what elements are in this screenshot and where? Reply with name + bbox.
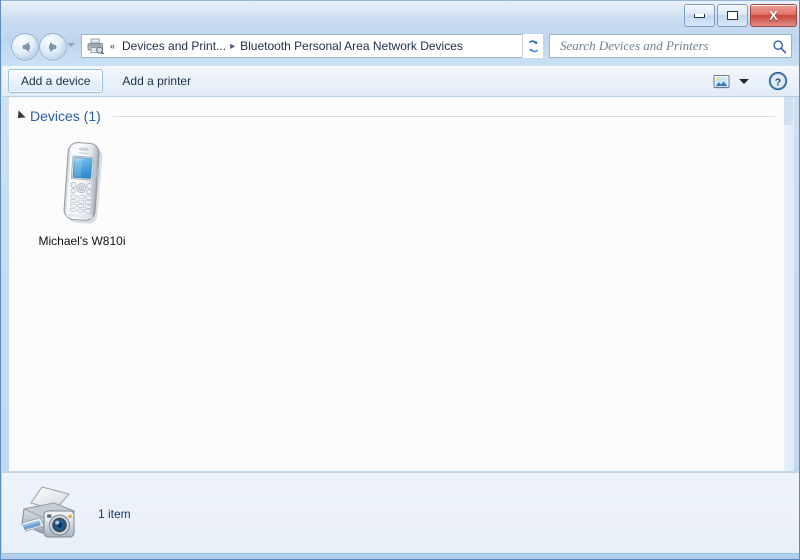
devices-and-printers-icon-svg xyxy=(21,485,76,537)
search-box[interactable] xyxy=(549,34,792,58)
devices-and-printers-icon xyxy=(16,483,82,545)
close-icon: X xyxy=(769,8,778,23)
maximize-icon xyxy=(727,11,738,20)
help-button[interactable]: ? xyxy=(766,69,790,93)
command-bar: Add a device Add a printer ? xyxy=(2,66,799,97)
search-icon[interactable] xyxy=(772,39,787,54)
vertical-scrollbar[interactable] xyxy=(784,97,793,471)
minimize-icon xyxy=(694,13,705,18)
printer-icon-svg xyxy=(87,38,104,54)
status-item-count: 1 item xyxy=(98,506,131,521)
title-bar: X xyxy=(1,0,799,30)
close-button[interactable]: X xyxy=(750,4,797,27)
chevron-collapse-icon[interactable] xyxy=(14,110,26,122)
breadcrumb: « Devices and Print... ▸ Bluetooth Perso… xyxy=(82,35,525,57)
scrollbar-thumb[interactable] xyxy=(784,97,793,125)
mobile-phone-icon xyxy=(50,138,114,228)
command-bar-right-group: ? xyxy=(708,69,799,93)
breadcrumb-overflow[interactable]: « xyxy=(106,41,119,51)
arrow-left-icon xyxy=(21,42,30,52)
list-item-label: Michael's W810i xyxy=(38,234,126,248)
view-options-button[interactable] xyxy=(708,69,734,93)
breadcrumb-item-devices-and-printers[interactable]: Devices and Print... xyxy=(119,39,229,53)
group-header-devices[interactable]: Devices (1) xyxy=(14,108,775,124)
breadcrumb-item-bluetooth-pan-devices[interactable]: Bluetooth Personal Area Network Devices xyxy=(237,39,466,53)
group-separator-rule xyxy=(112,115,775,117)
explorer-window: X « Devices and Print... ▸ Bluetooth Per… xyxy=(0,0,800,560)
maximize-button[interactable] xyxy=(717,4,748,27)
refresh-button[interactable] xyxy=(522,34,543,58)
printer-icon xyxy=(86,38,106,54)
back-button[interactable] xyxy=(11,33,39,61)
chevron-down-icon xyxy=(739,78,749,84)
forward-button[interactable] xyxy=(39,33,67,61)
address-bar[interactable]: « Devices and Print... ▸ Bluetooth Perso… xyxy=(81,34,543,58)
history-dropdown-icon[interactable] xyxy=(67,43,75,47)
refresh-icon xyxy=(528,39,538,52)
arrow-right-icon xyxy=(48,42,57,52)
view-options-icon xyxy=(713,74,729,88)
navigation-bar: « Devices and Print... ▸ Bluetooth Perso… xyxy=(1,31,799,63)
list-item[interactable]: Michael's W810i xyxy=(23,133,141,255)
help-icon: ? xyxy=(768,71,788,91)
status-bar: 1 item xyxy=(2,472,799,554)
add-a-device-button[interactable]: Add a device xyxy=(8,69,104,93)
mobile-phone-icon-svg xyxy=(63,142,103,224)
window-bottom-edge xyxy=(1,553,799,559)
view-options-dropdown[interactable] xyxy=(736,70,752,92)
breadcrumb-separator-icon[interactable]: ▸ xyxy=(229,41,237,52)
add-a-printer-button[interactable]: Add a printer xyxy=(109,69,204,93)
device-list: Michael's W810i xyxy=(23,133,141,255)
search-input[interactable] xyxy=(558,37,772,55)
content-pane: Devices (1) Michael's W810i xyxy=(9,97,794,471)
window-controls: X xyxy=(684,4,797,27)
minimize-button[interactable] xyxy=(684,4,715,27)
svg-text:?: ? xyxy=(775,76,781,88)
group-label: Devices (1) xyxy=(30,108,101,124)
